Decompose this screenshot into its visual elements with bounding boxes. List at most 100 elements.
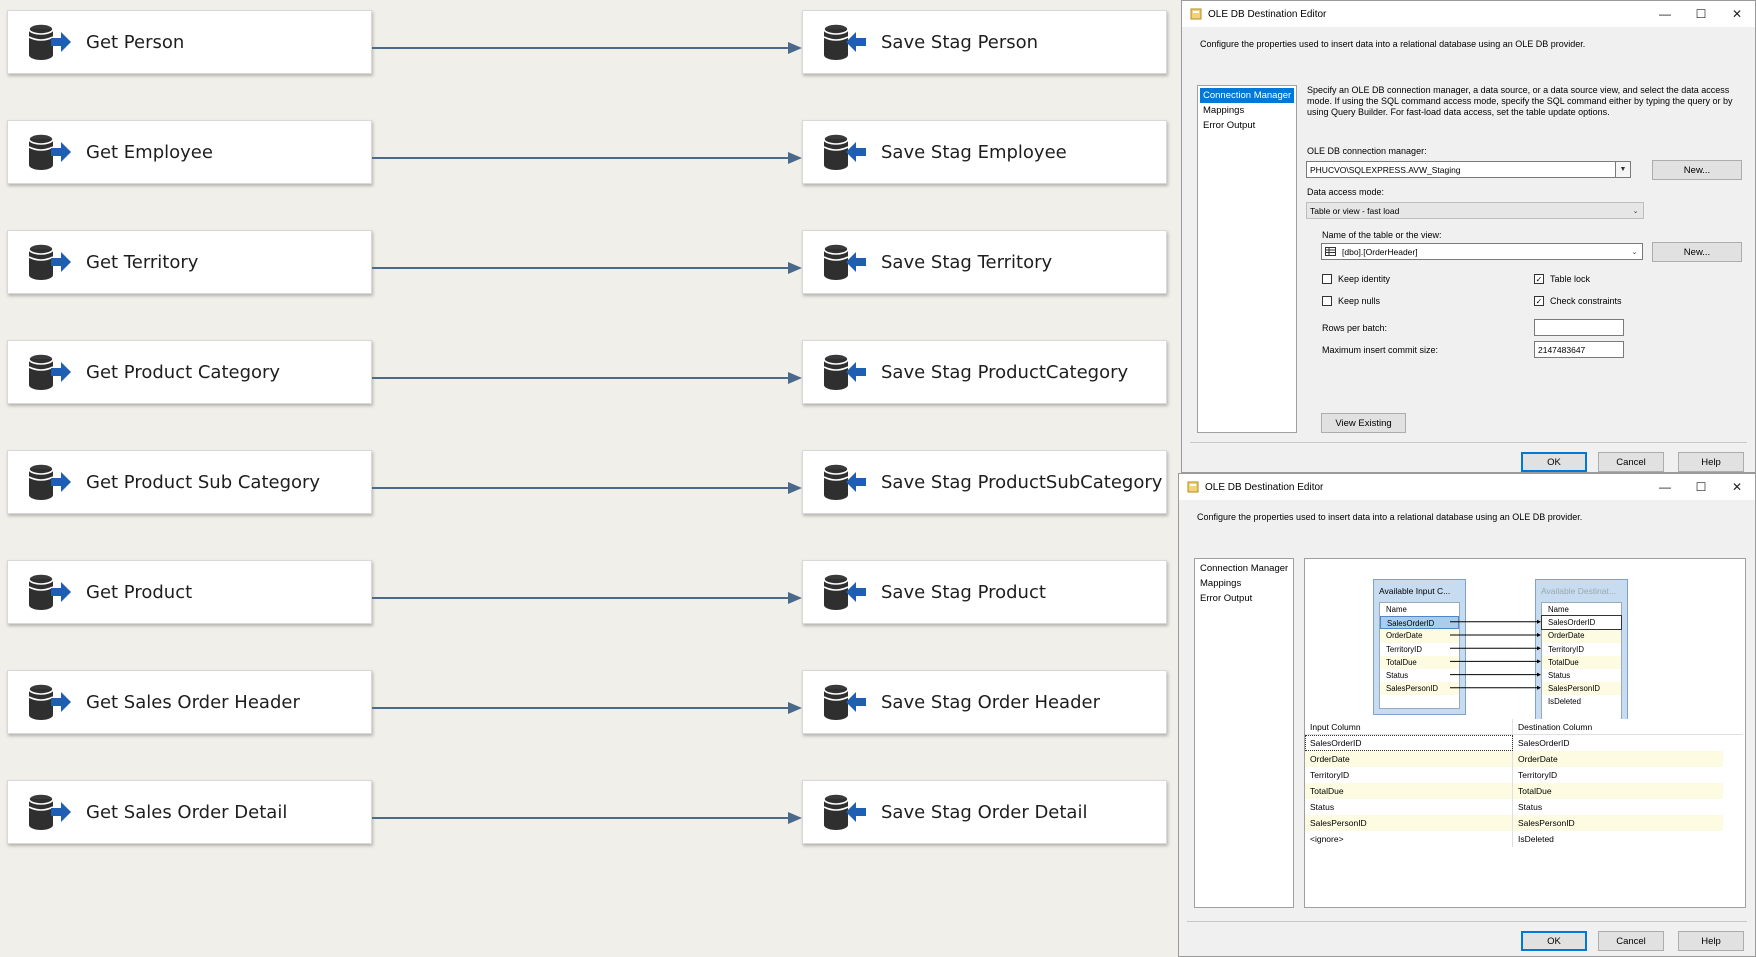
keep-nulls-label: Keep nulls <box>1338 296 1381 306</box>
rows-per-batch-label: Rows per batch: <box>1322 323 1388 333</box>
db-source-icon <box>20 10 80 74</box>
mapping-row[interactable]: SalesPersonID SalesPersonID <box>1305 815 1743 831</box>
data-path-arrow[interactable] <box>372 481 802 495</box>
input-column-cell[interactable]: Status <box>1305 799 1513 815</box>
destination-task[interactable]: Save Stag ProductCategory <box>802 340 1167 404</box>
mapping-row[interactable]: <ignore> IsDeleted <box>1305 831 1743 847</box>
input-column-cell[interactable]: TerritoryID <box>1305 767 1513 783</box>
access-mode-value: Table or view - fast load <box>1310 205 1400 216</box>
db-destination-icon <box>815 780 875 844</box>
input-column-cell[interactable]: OrderDate <box>1305 751 1513 767</box>
data-flow-row: Get Employee Save Stag Employee <box>0 120 1180 186</box>
minimize-icon[interactable]: — <box>1647 474 1683 500</box>
ok-button[interactable]: OK <box>1521 452 1587 472</box>
destination-task-label: Save Stag Territory <box>881 251 1053 273</box>
destination-task[interactable]: Save Stag Employee <box>802 120 1167 184</box>
ole-db-destination-editor-mappings: OLE DB Destination Editor — ☐ ✕ Configur… <box>1178 473 1756 957</box>
help-button[interactable]: Help <box>1678 452 1744 472</box>
footer-divider <box>1187 921 1747 922</box>
destination-column-cell[interactable]: SalesOrderID <box>1513 735 1723 751</box>
cancel-button[interactable]: Cancel <box>1598 452 1664 472</box>
destination-column-cell[interactable]: SalesPersonID <box>1513 815 1723 831</box>
source-task[interactable]: Get Product Category <box>7 340 372 404</box>
help-button[interactable]: Help <box>1678 931 1744 951</box>
close-icon[interactable]: ✕ <box>1719 1 1755 27</box>
nav-mappings[interactable]: Mappings <box>1200 103 1294 118</box>
destination-column-cell[interactable]: OrderDate <box>1513 751 1723 767</box>
nav-connection-manager[interactable]: Connection Manager <box>1197 561 1291 576</box>
data-path-arrow[interactable] <box>372 261 802 275</box>
data-path-arrow[interactable] <box>372 151 802 165</box>
data-path-arrow[interactable] <box>372 591 802 605</box>
destination-task[interactable]: Save Stag Person <box>802 10 1167 74</box>
data-flow-row: Get Person Save Stag Person <box>0 10 1180 76</box>
source-task[interactable]: Get Person <box>7 10 372 74</box>
data-path-arrow[interactable] <box>372 811 802 825</box>
source-task[interactable]: Get Sales Order Detail <box>7 780 372 844</box>
input-column-cell[interactable]: <ignore> <box>1305 831 1513 847</box>
nav-error-output[interactable]: Error Output <box>1200 118 1294 133</box>
mapping-row[interactable]: TotalDue TotalDue <box>1305 783 1743 799</box>
destination-column-cell[interactable]: TotalDue <box>1513 783 1723 799</box>
destination-column-cell[interactable]: IsDeleted <box>1513 831 1723 847</box>
cancel-button[interactable]: Cancel <box>1598 931 1664 951</box>
check-constraints-checkbox[interactable]: ✓ Check constraints <box>1534 296 1622 306</box>
source-task[interactable]: Get Employee <box>7 120 372 184</box>
data-path-arrow[interactable] <box>372 371 802 385</box>
source-task[interactable]: Get Territory <box>7 230 372 294</box>
nav-error-output[interactable]: Error Output <box>1197 591 1291 606</box>
maximize-icon[interactable]: ☐ <box>1683 1 1719 27</box>
mapping-diagram: Available Input C... Name SalesOrderID Or… <box>1305 559 1743 728</box>
access-mode-select[interactable]: Table or view - fast load ⌄ <box>1306 202 1644 219</box>
destination-task[interactable]: Save Stag Product <box>802 560 1167 624</box>
table-lock-checkbox[interactable]: ✓ Table lock <box>1534 274 1590 284</box>
nav-connection-manager[interactable]: Connection Manager <box>1200 88 1294 103</box>
close-icon[interactable]: ✕ <box>1719 474 1755 500</box>
keep-identity-checkbox[interactable]: Keep identity <box>1322 274 1390 284</box>
destination-task-label: Save Stag Employee <box>881 141 1067 163</box>
source-task[interactable]: Get Product <box>7 560 372 624</box>
source-task-label: Get Person <box>86 31 185 53</box>
nav-mappings[interactable]: Mappings <box>1197 576 1291 591</box>
conn-manager-select[interactable]: PHUCVO\SQLEXPRESS.AVW_Staging ▼ <box>1306 161 1631 178</box>
input-column-cell[interactable]: TotalDue <box>1305 783 1513 799</box>
data-path-arrow[interactable] <box>372 701 802 715</box>
ok-button[interactable]: OK <box>1521 931 1587 951</box>
mapping-arrowhead <box>1537 619 1541 624</box>
destination-column-cell[interactable]: TerritoryID <box>1513 767 1723 783</box>
view-existing-button[interactable]: View Existing <box>1321 413 1406 433</box>
grid-header-input: Input Column <box>1305 719 1513 734</box>
minimize-icon[interactable]: — <box>1647 1 1683 27</box>
new-connection-button[interactable]: New... <box>1652 160 1742 180</box>
data-flow-row: Get Product Sub Category Save Stag Produc… <box>0 450 1180 516</box>
destination-task[interactable]: Save Stag Territory <box>802 230 1167 294</box>
max-commit-input[interactable]: 2147483647 <box>1534 341 1624 358</box>
mapping-row[interactable]: OrderDate OrderDate <box>1305 751 1743 767</box>
table-icon <box>1325 247 1336 256</box>
maximize-icon[interactable]: ☐ <box>1683 474 1719 500</box>
table-name-select[interactable]: [dbo].[OrderHeader] ⌄ <box>1321 243 1643 260</box>
source-task[interactable]: Get Product Sub Category <box>7 450 372 514</box>
rows-per-batch-input[interactable] <box>1534 319 1624 336</box>
destination-column-cell[interactable]: Status <box>1513 799 1723 815</box>
db-destination-icon <box>815 670 875 734</box>
input-column-cell[interactable]: SalesPersonID <box>1305 815 1513 831</box>
connection-info-text: Specify an OLE DB connection manager, a … <box>1307 85 1733 117</box>
new-table-button[interactable]: New... <box>1652 242 1742 262</box>
page-nav: Connection Manager Mappings Error Output <box>1197 85 1297 433</box>
chevron-down-icon: ⌄ <box>1631 248 1638 256</box>
mapping-lines <box>1450 619 1541 690</box>
destination-task[interactable]: Save Stag Order Header <box>802 670 1167 734</box>
db-destination-icon <box>815 560 875 624</box>
max-commit-label: Maximum insert commit size: <box>1322 345 1439 355</box>
mapping-row[interactable]: Status Status <box>1305 799 1743 815</box>
mapping-row[interactable]: SalesOrderID SalesOrderID <box>1305 735 1743 751</box>
destination-task[interactable]: Save Stag Order Detail <box>802 780 1167 844</box>
mapping-row[interactable]: TerritoryID TerritoryID <box>1305 767 1743 783</box>
data-path-arrow[interactable] <box>372 41 802 55</box>
destination-task-label: Save Stag ProductCategory <box>881 361 1129 383</box>
input-column-cell[interactable]: SalesOrderID <box>1305 735 1513 751</box>
destination-task[interactable]: Save Stag ProductSubCategory <box>802 450 1167 514</box>
keep-nulls-checkbox[interactable]: Keep nulls <box>1322 296 1380 306</box>
source-task[interactable]: Get Sales Order Header <box>7 670 372 734</box>
